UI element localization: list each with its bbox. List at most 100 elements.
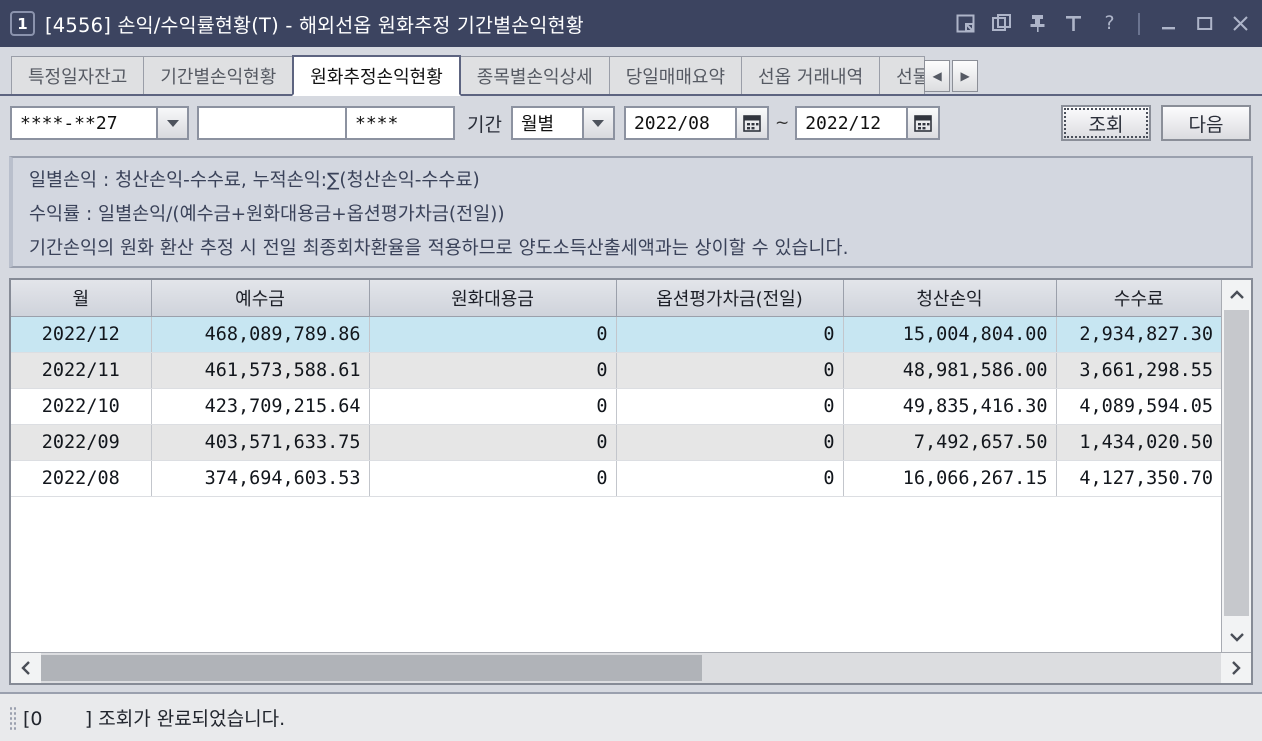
cell-option-valuation: 0 [616, 388, 844, 425]
scroll-right-icon[interactable] [1221, 653, 1251, 683]
scroll-up-icon[interactable] [1222, 280, 1251, 310]
grid-empty-area [11, 496, 1221, 652]
minimize-icon[interactable] [1157, 12, 1180, 35]
tab-scroll-left-icon[interactable]: ◀ [924, 60, 951, 92]
chevron-down-icon [166, 119, 179, 127]
cell-krw-substitute: 0 [369, 352, 617, 389]
cell-fee: 1,434,020.50 [1056, 424, 1221, 461]
pin-icon[interactable] [1026, 12, 1049, 35]
tab-원화추정손익현황[interactable]: 원화추정손익현황 [292, 55, 461, 96]
table-row[interactable]: 2022/10 423,709,215.64 0 0 49,835,416.30… [11, 388, 1221, 425]
period-type-select[interactable]: 월별 [510, 106, 584, 140]
title-separator [1138, 12, 1140, 35]
filter-toolbar: ****-**27 **** 기간 월별 2022/08 ~ 2022/12 조… [0, 98, 1262, 148]
cell-krw-substitute: 0 [369, 460, 617, 497]
title-bar-controls: ? [954, 12, 1252, 35]
application-window: 1 [4556] 손익/수익률현황(T) - 해외선옵 원화추정 기간별손익현황… [0, 0, 1262, 741]
cell-settlement-pl: 49,835,416.30 [843, 388, 1057, 425]
data-grid: 월 예수금 원화대용금 옵션평가차금(전일) 청산손익 수수료 2022/12 … [9, 278, 1253, 685]
cell-deposit: 461,573,588.61 [151, 352, 370, 389]
duplicate-window-icon[interactable] [990, 12, 1013, 35]
cell-settlement-pl: 48,981,586.00 [843, 352, 1057, 389]
horizontal-scroll-track[interactable] [41, 653, 1221, 683]
cell-settlement-pl: 15,004,804.00 [843, 316, 1057, 353]
cell-option-valuation: 0 [616, 352, 844, 389]
vertical-scroll-thumb[interactable] [1224, 310, 1249, 616]
cell-month: 2022/09 [11, 424, 152, 461]
tab-당일매매요약[interactable]: 당일매매요약 [608, 56, 743, 94]
horizontal-scroll-thumb[interactable] [41, 655, 702, 681]
info-panel: 일별손익 : 청산손익-수수료, 누적손익:∑(청산손익-수수료) 수익률 : … [9, 156, 1253, 268]
cell-option-valuation: 0 [616, 424, 844, 461]
close-icon[interactable] [1229, 12, 1252, 35]
tab-strip: 특정일자잔고 기간별손익현황 원화추정손익현황 종목별손익상세 당일매매요약 선… [0, 47, 1262, 96]
window-number-badge: 1 [10, 11, 35, 36]
cell-deposit: 403,571,633.75 [151, 424, 370, 461]
cell-fee: 4,127,350.70 [1056, 460, 1221, 497]
table-row[interactable]: 2022/09 403,571,633.75 0 0 7,492,657.50 … [11, 424, 1221, 461]
cell-deposit: 374,694,603.53 [151, 460, 370, 497]
results-table: 월 예수금 원화대용금 옵션평가차금(전일) 청산손익 수수료 2022/12 … [11, 280, 1221, 497]
table-row[interactable]: 2022/11 461,573,588.61 0 0 48,981,586.00… [11, 352, 1221, 389]
tab-기간별손익현황[interactable]: 기간별손익현황 [143, 56, 294, 94]
info-line-fx-note: 기간손익의 원화 환산 추정 시 전일 최종회차환율을 적용하므로 양도소득산출… [29, 238, 849, 259]
period-label: 기간 [467, 113, 502, 136]
tab-선옵거래내역[interactable]: 선옵 거래내역 [741, 56, 881, 94]
vertical-scroll-track[interactable] [1222, 310, 1251, 622]
cell-deposit: 423,709,215.64 [151, 388, 370, 425]
status-bar: [0 ] 조회가 완료되었습니다. [0, 692, 1262, 741]
column-header-fee[interactable]: 수수료 [1056, 280, 1221, 317]
tab-scroll-controls: ◀ ▶ [924, 60, 979, 92]
column-header-krw-substitute[interactable]: 원화대용금 [369, 280, 617, 317]
password-input[interactable]: **** [345, 106, 455, 140]
calendar-icon [743, 115, 761, 132]
account-input[interactable]: ****-**27 [10, 106, 158, 140]
next-button[interactable]: 다음 [1161, 105, 1251, 141]
title-bar: 1 [4556] 손익/수익률현황(T) - 해외선옵 원화추정 기간별손익현황… [0, 0, 1262, 47]
grid-main: 월 예수금 원화대용금 옵션평가차금(전일) 청산손익 수수료 2022/12 … [11, 280, 1221, 652]
info-line-daily-pl: 일별손익 : 청산손익-수수료, 누적손익:∑(청산손익-수수료) [29, 170, 480, 191]
date-to-calendar-button[interactable] [908, 106, 941, 140]
cell-option-valuation: 0 [616, 460, 844, 497]
cell-fee: 3,661,298.55 [1056, 352, 1221, 389]
query-button[interactable]: 조회 [1061, 105, 1151, 141]
status-grip-icon [9, 705, 16, 730]
account-name-input[interactable] [197, 106, 347, 140]
column-header-settlement-pl[interactable]: 청산손익 [843, 280, 1057, 317]
tab-특정일자잔고[interactable]: 특정일자잔고 [11, 56, 145, 94]
table-header-row: 월 예수금 원화대용금 옵션평가차금(전일) 청산손익 수수료 [11, 280, 1221, 317]
column-header-option-valuation[interactable]: 옵션평가차금(전일) [616, 280, 844, 317]
cell-fee: 4,089,594.05 [1056, 388, 1221, 425]
snap-window-icon[interactable] [954, 12, 977, 35]
tab-종목별손익상세[interactable]: 종목별손익상세 [459, 56, 610, 94]
date-to-input[interactable]: 2022/12 [795, 106, 909, 140]
tab-scroll-right-icon[interactable]: ▶ [952, 60, 979, 92]
scroll-left-icon[interactable] [11, 653, 41, 683]
date-from-input[interactable]: 2022/08 [623, 106, 737, 140]
account-dropdown-button[interactable] [158, 106, 189, 140]
maximize-icon[interactable] [1193, 12, 1216, 35]
table-row[interactable]: 2022/08 374,694,603.53 0 0 16,066,267.15… [11, 460, 1221, 497]
cell-month: 2022/12 [11, 316, 152, 353]
text-size-icon[interactable] [1062, 12, 1085, 35]
column-header-month[interactable]: 월 [11, 280, 152, 317]
help-icon[interactable]: ? [1098, 12, 1121, 35]
period-type-dropdown-button[interactable] [583, 106, 615, 140]
date-from-calendar-button[interactable] [736, 106, 769, 140]
cell-settlement-pl: 7,492,657.50 [843, 424, 1057, 461]
calendar-icon [914, 115, 933, 132]
table-body: 2022/12 468,089,789.86 0 0 15,004,804.00… [11, 316, 1221, 497]
cell-krw-substitute: 0 [369, 388, 617, 425]
table-row[interactable]: 2022/12 468,089,789.86 0 0 15,004,804.00… [11, 316, 1221, 353]
column-header-deposit[interactable]: 예수금 [151, 280, 370, 317]
cell-month: 2022/11 [11, 352, 152, 389]
cell-settlement-pl: 16,066,267.15 [843, 460, 1057, 497]
vertical-scrollbar[interactable] [1221, 280, 1251, 652]
cell-option-valuation: 0 [616, 316, 844, 353]
horizontal-scrollbar[interactable] [11, 652, 1251, 683]
scroll-down-icon[interactable] [1222, 622, 1251, 652]
cell-fee: 2,934,827.30 [1056, 316, 1221, 353]
cell-month: 2022/08 [11, 460, 152, 497]
chevron-down-icon [592, 119, 605, 127]
tab-선물[interactable]: 선물 [879, 56, 926, 94]
